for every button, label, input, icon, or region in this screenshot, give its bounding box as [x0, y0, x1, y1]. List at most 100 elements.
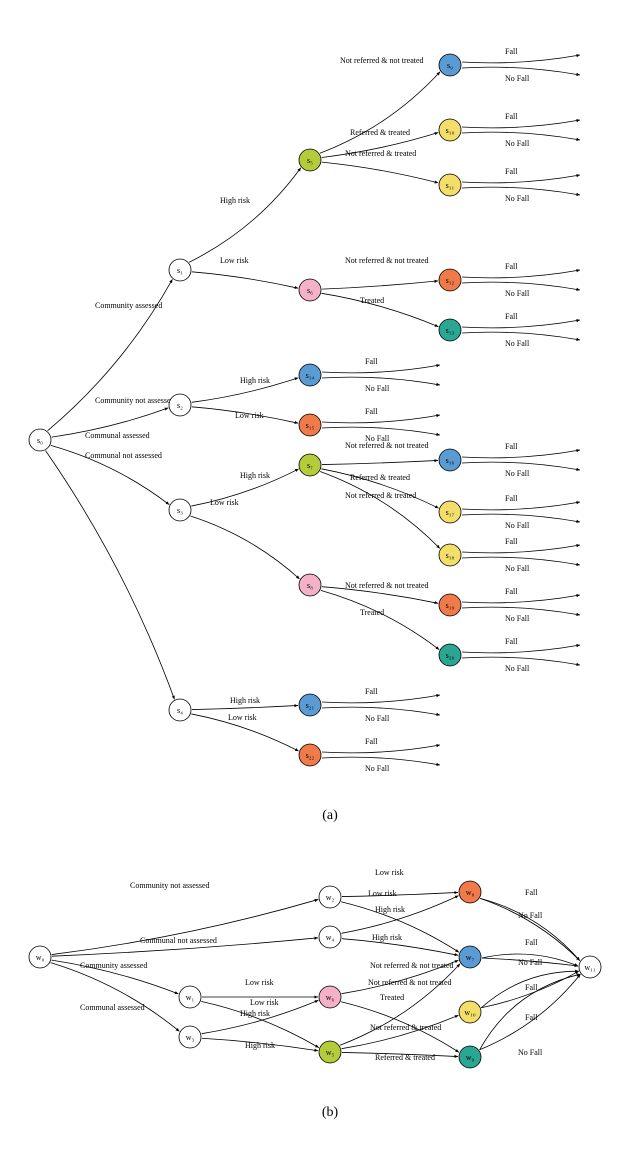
svg-text:s₂₂: s₂₂	[306, 751, 315, 760]
leaf-edge-s17	[462, 502, 580, 510]
svg-text:w₉: w₉	[466, 1053, 475, 1062]
edge-label: Fall	[525, 983, 538, 992]
edge-label: Not referred & treated	[345, 149, 416, 158]
edge-s8-s20	[321, 590, 440, 649]
edge-label: Fall	[525, 888, 538, 897]
leaf-edge-s18	[462, 545, 580, 553]
edge-label: High risk	[220, 196, 250, 205]
leaf-label: Fall	[505, 494, 518, 503]
leaf-edge-s9	[462, 55, 580, 63]
edge-label: Referred & treated	[350, 473, 410, 482]
diagram-a: Community assessedCommunity not assessed…	[10, 10, 630, 800]
leaf-label: No Fall	[505, 664, 530, 673]
edge-label: Low risk	[235, 411, 264, 420]
svg-text:s₁₀: s₁₀	[446, 126, 455, 135]
node-s13: s₁₃	[439, 319, 461, 341]
edge-w8-w11	[480, 898, 580, 960]
node-w2: w₂	[319, 886, 341, 908]
svg-text:s₁₅: s₁₅	[306, 421, 315, 430]
leaf-label: Fall	[505, 167, 518, 176]
leaf-label: No Fall	[505, 614, 530, 623]
svg-text:s₁₉: s₁₉	[446, 601, 455, 610]
edge-label: High risk	[245, 1041, 275, 1050]
node-s22: s₂₂	[299, 744, 321, 766]
svg-text:w₁: w₁	[186, 993, 195, 1002]
edge-label: Community assessed	[95, 301, 162, 310]
edge-label: Fall	[525, 938, 538, 947]
edge-w4-w8	[341, 896, 458, 934]
leaf-edge-s12	[462, 270, 580, 278]
svg-text:s₇: s₇	[307, 461, 313, 470]
edge-w5-w7	[340, 964, 460, 1046]
node-w6: w₆	[319, 986, 341, 1008]
edge-label: Not referred & treated	[345, 491, 416, 500]
node-s15: s₁₅	[299, 414, 321, 436]
svg-text:w₈: w₈	[466, 888, 475, 897]
node-s17: s₁₇	[439, 501, 461, 523]
svg-text:s₁₆: s₁₆	[446, 456, 455, 465]
leaf-label: Fall	[505, 637, 518, 646]
svg-text:s₁₂: s₁₂	[446, 276, 455, 285]
edge-label: Fall	[525, 1013, 538, 1022]
edge-label: Low risk	[375, 868, 404, 877]
leaf-label: Fall	[365, 357, 378, 366]
svg-text:s₂₁: s₂₁	[306, 701, 315, 710]
edge-label: Treated	[360, 608, 384, 617]
svg-text:s₁₇: s₁₇	[446, 508, 455, 517]
edge-s7-s16	[322, 460, 438, 464]
node-w3: w₃	[179, 1026, 201, 1048]
edge-label: Low risk	[368, 889, 397, 898]
svg-text:w₁₀: w₁₀	[464, 1008, 476, 1017]
node-s19: s₁₉	[439, 594, 461, 616]
leaf-label: No Fall	[365, 384, 390, 393]
edge-label: Referred & treated	[375, 1053, 435, 1062]
leaf-label: Fall	[505, 587, 518, 596]
node-w11: w₁₁	[579, 956, 601, 978]
caption-b: (b)	[10, 1105, 640, 1121]
svg-text:s₆: s₆	[307, 286, 313, 295]
edge-s3-s8	[190, 516, 299, 579]
node-s11: s₁₁	[439, 174, 461, 196]
leaf-edge-s11	[462, 175, 580, 183]
edge-w2-w8	[342, 892, 458, 896]
caption-a: (a)	[10, 808, 640, 824]
svg-text:w₂: w₂	[326, 893, 335, 902]
svg-text:s₁₃: s₁₃	[446, 326, 455, 335]
edge-w0-w2	[52, 899, 318, 954]
leaf-label: No Fall	[505, 564, 530, 573]
svg-text:s₁₄: s₁₄	[306, 371, 315, 380]
leaf-label: No Fall	[505, 139, 530, 148]
node-w1: w₁	[179, 986, 201, 1008]
edge-label: Low risk	[210, 498, 239, 507]
leaf-edge-s14	[322, 365, 440, 373]
edge-label: High risk	[240, 1009, 270, 1018]
edge-label: Communal assessed	[80, 1003, 145, 1012]
edge-label: Communal not assessed	[85, 451, 162, 460]
node-s9: s₉	[439, 54, 461, 76]
edge-label: Not referred & not treated	[370, 961, 454, 970]
node-w10: w₁₀	[459, 1001, 481, 1023]
svg-text:w₅: w₅	[326, 1048, 335, 1057]
leaf-label: Fall	[505, 262, 518, 271]
leaf-label: Fall	[505, 312, 518, 321]
svg-text:w₀: w₀	[36, 953, 45, 962]
edge-label: Not referred & not treated	[340, 56, 424, 65]
leaf-edge-s19	[462, 595, 580, 603]
svg-text:w₃: w₃	[186, 1033, 195, 1042]
edge-label: Community assessed	[80, 961, 147, 970]
node-w4: w₄	[319, 926, 341, 948]
edge-w5-w10	[342, 1015, 459, 1048]
svg-text:s₅: s₅	[307, 156, 313, 165]
leaf-label: Fall	[505, 537, 518, 546]
edge-label: Referred & treated	[350, 128, 410, 137]
edge-label: No Fall	[518, 958, 543, 967]
node-s14: s₁₄	[299, 364, 321, 386]
edge-label: No Fall	[518, 1048, 543, 1057]
edge-s5-s9	[320, 72, 440, 154]
leaf-label: No Fall	[365, 764, 390, 773]
svg-text:s₂: s₂	[177, 401, 183, 410]
edge-label: Low risk	[245, 978, 274, 987]
leaf-label: Fall	[365, 687, 378, 696]
edge-label: No Fall	[518, 911, 543, 920]
edge-label: High risk	[230, 696, 260, 705]
